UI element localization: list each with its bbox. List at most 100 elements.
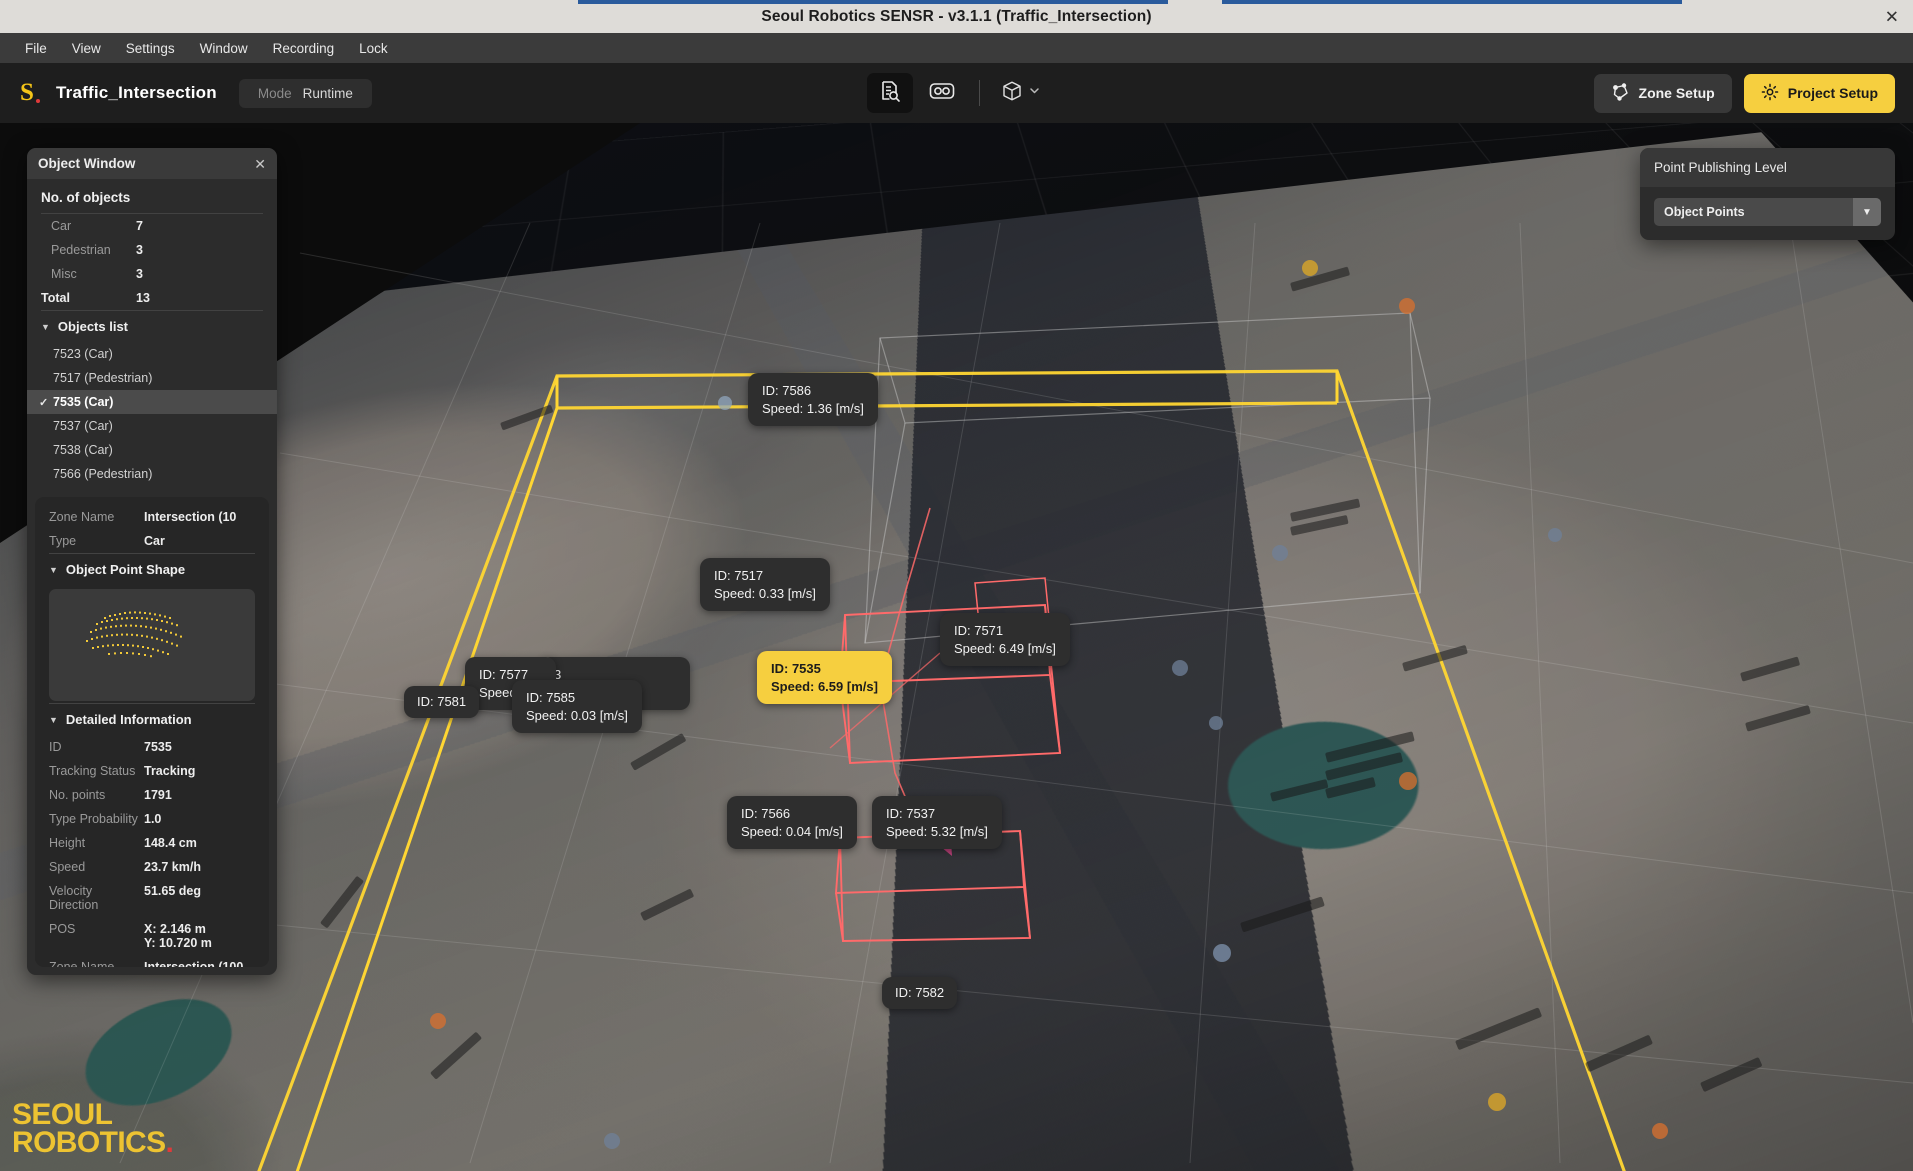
detail-value-type-probability: 1.0 — [144, 812, 162, 826]
menu-item-settings[interactable]: Settings — [115, 37, 186, 60]
menu-item-window[interactable]: Window — [189, 37, 259, 60]
object-list-label: 7538 (Car) — [53, 443, 113, 457]
detail-value-zone-name-zone: Intersection (100 — [144, 960, 244, 967]
view-mode-button[interactable] — [994, 73, 1047, 114]
zone-name-label: Zone Name — [49, 510, 115, 524]
project-setup-button[interactable]: Project Setup — [1743, 73, 1895, 113]
object-window-title: Object Window — [38, 156, 136, 171]
object-list-label: 7571 (Car) — [53, 491, 113, 492]
detail-value-speed: 23.7 km/h — [144, 860, 201, 874]
window-title: Seoul Robotics SENSR - v3.1.1 (Traffic_I… — [761, 7, 1152, 25]
3d-viewport[interactable]: ID: 7586 Speed: 1.36 [m/s] ID: 7517 Spee… — [0, 123, 1913, 1171]
object-label-7581[interactable]: ID: 7581 — [404, 686, 480, 718]
object-point-cloud-preview — [49, 589, 255, 701]
object-label-id: ID: 7586 — [762, 383, 812, 398]
objects-list[interactable]: 7523 (Car) 7517 (Pedestrian) ✓ 7535 (Car… — [27, 342, 277, 492]
logo-dot-icon — [36, 99, 40, 103]
detail-row-no-points: No. points 1791 — [35, 783, 269, 807]
menu-item-file[interactable]: File — [14, 37, 58, 60]
object-point-shape-toggle[interactable]: ▼ Object Point Shape — [35, 554, 269, 585]
window-accent-left — [578, 0, 1168, 4]
recording-icon — [929, 81, 955, 106]
detailed-information-toggle[interactable]: ▼ Detailed Information — [35, 704, 269, 735]
caret-down-icon: ▼ — [41, 321, 50, 332]
inspect-tool-button[interactable] — [866, 73, 913, 113]
objects-list-toggle[interactable]: ▼ Objects list — [27, 311, 277, 342]
detail-value-velocity-direction: 51.65 deg — [144, 884, 201, 898]
point-publishing-level-select[interactable]: Object Points ▼ — [1654, 198, 1881, 226]
close-icon[interactable]: ✕ — [254, 157, 266, 171]
mode-badge: Mode Runtime — [238, 78, 372, 108]
object-list-label: 7537 (Car) — [53, 419, 113, 433]
detail-row-height: Height 148.4 cm — [35, 831, 269, 855]
app-header: S Traffic_Intersection Mode Runtime Zone… — [0, 63, 1913, 123]
detail-label-id: ID — [49, 740, 62, 754]
point-publishing-level-title: Point Publishing Level — [1640, 148, 1895, 187]
object-label-id: ID: 7566 — [741, 806, 791, 821]
detailed-information-label: Detailed Information — [65, 712, 192, 727]
object-label-7586[interactable]: ID: 7586 Speed: 1.36 [m/s] — [748, 373, 878, 427]
object-label-id: ID: 7517 — [714, 568, 764, 583]
detail-label-zone-name-zone: Zone Name (Zone — [49, 960, 115, 967]
page-title: Traffic_Intersection — [56, 83, 217, 102]
os-titlebar: Seoul Robotics SENSR - v3.1.1 (Traffic_I… — [0, 0, 1913, 33]
count-label-total: Total — [41, 291, 70, 305]
list-item[interactable]: 7523 (Car) — [27, 342, 277, 366]
detail-row-tracking-status: Tracking Status Tracking — [35, 759, 269, 783]
zone-setup-button[interactable]: Zone Setup — [1593, 73, 1732, 113]
count-value-misc: 3 — [136, 267, 143, 281]
object-label-7517[interactable]: ID: 7517 Speed: 0.33 [m/s] — [700, 558, 830, 612]
detail-value-height: 148.4 cm — [144, 836, 197, 850]
list-item[interactable]: 7571 (Car) — [27, 486, 277, 492]
count-label-pedestrian: Pedestrian — [51, 243, 111, 257]
chevron-down-icon: ▼ — [1853, 198, 1881, 226]
detail-label-velocity-direction: Velocity Direction — [49, 884, 99, 912]
detail-value-tracking-status: Tracking — [144, 764, 196, 778]
list-item[interactable]: 7517 (Pedestrian) — [27, 366, 277, 390]
list-item[interactable]: 7537 (Car) — [27, 414, 277, 438]
object-point-shape-label: Object Point Shape — [65, 562, 186, 577]
point-cloud-icon — [86, 611, 182, 658]
window-close-icon[interactable]: ✕ — [1885, 8, 1899, 25]
header-toolbar — [866, 73, 1047, 114]
detail-row-zone-name: Zone Name Intersection (10 — [35, 505, 269, 529]
object-label-speed: Speed: 0.04 [m/s] — [741, 823, 843, 839]
recording-tool-button[interactable] — [919, 73, 965, 113]
project-setup-label: Project Setup — [1787, 85, 1878, 101]
object-label-7571[interactable]: ID: 7571 Speed: 6.49 [m/s] — [940, 613, 1070, 667]
seoul-robotics-logo-icon: S — [12, 78, 42, 108]
detail-value-id: 7535 — [144, 740, 172, 754]
menu-item-view[interactable]: View — [61, 37, 112, 60]
detail-label-speed: Speed — [49, 860, 86, 874]
object-label-7537[interactable]: ID: 7537 Speed: 5.32 [m/s] — [872, 796, 1002, 850]
count-label-misc: Misc — [51, 267, 77, 281]
object-label-speed: Speed: 0.03 [m/s] — [526, 707, 628, 723]
object-label-speed: Speed: 6.49 [m/s] — [954, 640, 1056, 656]
object-label-id: ID: 7535 — [771, 661, 821, 676]
inspect-icon — [878, 79, 902, 108]
count-value-total: 13 — [136, 291, 150, 305]
object-label-7585[interactable]: ID: 7585 Speed: 0.03 [m/s] — [512, 680, 642, 734]
list-item[interactable]: 7566 (Pedestrian) — [27, 462, 277, 486]
object-list-label: 7523 (Car) — [53, 347, 113, 361]
object-label-7535[interactable]: ID: 7535 Speed: 6.59 [m/s] — [757, 651, 892, 705]
check-icon: ✓ — [39, 396, 49, 409]
list-item-selected[interactable]: ✓ 7535 (Car) — [27, 390, 277, 414]
count-row-misc: Misc 3 — [27, 262, 277, 286]
object-window-body: No. of objects Car 7 Pedestrian 3 Misc 3… — [27, 179, 277, 967]
objects-list-label: Objects list — [57, 319, 128, 334]
detail-label-tracking-status: Tracking Status — [49, 764, 136, 778]
object-label-7582[interactable]: ID: 7582 — [882, 977, 958, 1009]
detail-row-type-probability: Type Probability 1.0 — [35, 807, 269, 831]
menu-item-recording[interactable]: Recording — [262, 37, 346, 60]
object-counts-title: No. of objects — [41, 190, 131, 205]
toolbar-divider — [978, 80, 980, 106]
object-label-id: ID: 7582 — [895, 985, 945, 1000]
count-label-car: Car — [51, 219, 72, 233]
menu-item-lock[interactable]: Lock — [348, 37, 399, 60]
object-label-id: ID: 7581 — [417, 694, 467, 709]
object-detail-card: Zone Name Intersection (10 Type Car ▼ Ob… — [35, 497, 269, 967]
object-label-7566[interactable]: ID: 7566 Speed: 0.04 [m/s] — [727, 796, 857, 850]
list-item[interactable]: 7538 (Car) — [27, 438, 277, 462]
detail-label-pos: POS — [49, 922, 76, 936]
